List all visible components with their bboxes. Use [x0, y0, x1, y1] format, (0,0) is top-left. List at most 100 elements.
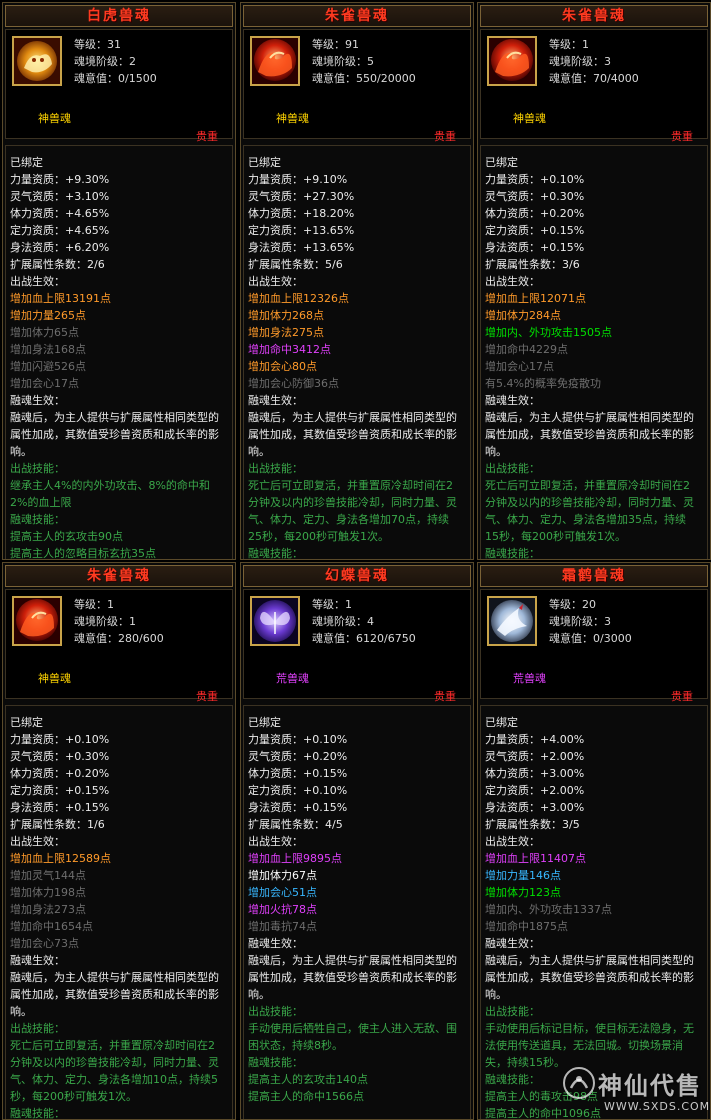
attribute-line: 融魂后，为主人提供与扩展属性相同类型的属性加成，其数值受珍兽资质和成长率的影响。: [248, 411, 457, 458]
attribute-line: 增加力量146点: [485, 869, 561, 882]
stage-text: 魂境阶级：3: [549, 615, 611, 628]
attribute-line: 增加血上限11407点: [485, 852, 586, 865]
attribute-line: 提高主人的玄攻击90点: [10, 530, 123, 543]
attribute-line: 增加力量265点: [10, 309, 86, 322]
attribute-line: 体力资质：+0.15%: [248, 767, 348, 780]
attribute-line: 出战技能：: [485, 1005, 540, 1018]
attribute-line: 融魂后，为主人提供与扩展属性相同类型的属性加成，其数值受珍兽资质和成长率的影响。: [10, 971, 219, 1018]
attribute-line: 增加毒抗74点: [248, 920, 317, 933]
attribute-line: 融魂技能：: [248, 547, 303, 560]
attribute-line: 增加火抗78点: [248, 903, 317, 916]
attribute-line: 出战生效：: [485, 835, 540, 848]
attribute-line: 增加血上限9895点: [248, 852, 342, 865]
card-title: 朱雀兽魂: [480, 5, 708, 27]
attribute-line: 提高主人的忽略目标玄抗35点: [10, 547, 156, 560]
frost-crane-icon[interactable]: [487, 596, 537, 646]
card-header: 等级：1 魂境阶级：3 魂意值：70/4000 神兽魂 贵重: [480, 29, 708, 143]
soul-card[interactable]: 朱雀兽魂 等级：1 魂境阶级：3 魂意值：70/4000 神兽魂 贵重 已绑定 力量资质：+0…: [477, 2, 711, 560]
level-text: 等级：20: [549, 598, 596, 611]
attribute-line: 力量资质：+9.30%: [10, 173, 110, 186]
attribute-line: 增加内、外功攻击1505点: [485, 326, 612, 339]
attribute-line: 增加灵气144点: [10, 869, 86, 882]
butterfly-icon[interactable]: [250, 596, 300, 646]
attribute-line: 出战生效：: [10, 835, 65, 848]
attribute-line: 身法资质：+0.15%: [248, 801, 348, 814]
attribute-line: 扩展属性条数：4/5: [248, 818, 343, 831]
attribute-line: 定力资质：+0.15%: [10, 784, 110, 797]
attribute-line: 增加体力123点: [485, 886, 561, 899]
watermark-logo-icon: [563, 1067, 595, 1099]
attribute-line: 已绑定: [10, 716, 43, 729]
attribute-line: 出战生效：: [248, 835, 303, 848]
attribute-line: 增加血上限12589点: [10, 852, 111, 865]
attribute-line: 身法资质：+0.15%: [485, 241, 585, 254]
level-text: 等级：1: [74, 598, 114, 611]
attribute-line: 融魂生效：: [10, 954, 65, 967]
attribute-line: 力量资质：+0.10%: [10, 733, 110, 746]
attribute-line: 出战技能：: [248, 1005, 303, 1018]
attribute-line: 身法资质：+6.20%: [10, 241, 110, 254]
attribute-line: 增加闪避526点: [10, 360, 86, 373]
attribute-line: 融魂技能：: [248, 1056, 303, 1069]
attribute-line: 灵气资质：+27.30%: [248, 190, 355, 203]
attribute-line: 增加体力67点: [248, 869, 317, 882]
attribute-line: 融魂生效：: [485, 394, 540, 407]
attribute-line: 增加体力198点: [10, 886, 86, 899]
soul-card[interactable]: 朱雀兽魂 等级：91 魂境阶级：5 魂意值：550/20000 神兽魂 贵重 已绑定 力量资质…: [240, 2, 474, 560]
stage-text: 魂境阶级：4: [312, 615, 374, 628]
attribute-line: 增加命中4229点: [485, 343, 568, 356]
card-title: 朱雀兽魂: [243, 5, 471, 27]
soul-card[interactable]: 霜鹤兽魂 等级：20 魂境阶级：3 魂意值：0/3000 荒兽魂 贵重 已绑定 力量资质：+4…: [477, 562, 711, 1120]
attribute-line: 增加血上限12326点: [248, 292, 349, 305]
card-body: 已绑定 力量资质：+0.10% 灵气资质：+0.20% 体力资质：+0.15% 定力资质…: [243, 705, 471, 1120]
attribute-line: 力量资质：+4.00%: [485, 733, 585, 746]
attribute-line: 体力资质：+3.00%: [485, 767, 585, 780]
attribute-line: 增加血上限13191点: [10, 292, 111, 305]
card-body: 已绑定 力量资质：+4.00% 灵气资质：+2.00% 体力资质：+3.00% 定力资质…: [480, 705, 708, 1120]
vermilion-bird-icon[interactable]: [12, 596, 62, 646]
level-text: 等级：91: [312, 38, 359, 51]
vermilion-bird-icon[interactable]: [487, 36, 537, 86]
attribute-line: 体力资质：+0.20%: [10, 767, 110, 780]
card-header: 等级：1 魂境阶级：4 魂意值：6120/6750 荒兽魂 贵重: [243, 589, 471, 703]
soul-value-text: 魂意值：6120/6750: [312, 632, 416, 645]
card-title: 朱雀兽魂: [5, 565, 233, 587]
attribute-line: 出战生效：: [485, 275, 540, 288]
attribute-line: 灵气资质：+0.30%: [10, 750, 110, 763]
attribute-line: 出战技能：: [248, 462, 303, 475]
attribute-line: 增加血上限12071点: [485, 292, 586, 305]
attribute-line: 增加命中3412点: [248, 343, 331, 356]
attribute-line: 出战技能：: [10, 1022, 65, 1035]
soul-card[interactable]: 朱雀兽魂 等级：1 魂境阶级：1 魂意值：280/600 神兽魂 贵重 已绑定 力量资质：+0…: [2, 562, 236, 1120]
attribute-line: 融魂生效：: [248, 937, 303, 950]
level-text: 等级：31: [74, 38, 121, 51]
card-title: 白虎兽魂: [5, 5, 233, 27]
grade-label: 贵重: [671, 690, 693, 703]
white-tiger-icon[interactable]: [12, 36, 62, 86]
attribute-line: 已绑定: [485, 716, 518, 729]
grade-label: 贵重: [434, 690, 456, 703]
attribute-line: 手动使用后牺牲自己，使主人进入无敌、围困状态，持续8秒。: [248, 1022, 457, 1052]
attribute-line: 力量资质：+0.10%: [485, 173, 585, 186]
attribute-line: 增加身法273点: [10, 903, 86, 916]
soul-value-text: 魂意值：0/1500: [74, 72, 157, 85]
attribute-line: 融魂技能：: [10, 1107, 65, 1120]
soul-card[interactable]: 幻蝶兽魂 等级：1 魂境阶级：4 魂意值：6120/6750 荒兽魂 贵重 已绑定 力量资质：…: [240, 562, 474, 1120]
attribute-line: 死亡后可立即复活，并重置原冷却时间在2分钟及以内的珍兽技能冷却，同时力量、灵气、…: [248, 479, 457, 543]
attribute-line: 死亡后可立即复活，并重置原冷却时间在2分钟及以内的珍兽技能冷却，同时力量、灵气、…: [485, 479, 694, 543]
rank-label: 荒兽魂: [513, 672, 546, 685]
rank-label: 神兽魂: [513, 112, 546, 125]
attribute-line: 已绑定: [10, 156, 43, 169]
attribute-line: 已绑定: [248, 156, 281, 169]
soul-card[interactable]: 白虎兽魂 等级：31 魂境阶级：2 魂意值：0/1500 神兽魂 贵重已绑定力量资质：+9…: [2, 2, 236, 560]
vermilion-bird-icon[interactable]: [250, 36, 300, 86]
attribute-line: 增加会心防御36点: [248, 377, 339, 390]
attribute-line: 力量资质：+0.10%: [248, 733, 348, 746]
attribute-line: 融魂后，为主人提供与扩展属性相同类型的属性加成，其数值受珍兽资质和成长率的影响。: [485, 411, 694, 458]
attribute-line: 增加会心80点: [248, 360, 317, 373]
attribute-line: 增加命中1875点: [485, 920, 568, 933]
level-text: 等级：1: [312, 598, 352, 611]
attribute-line: 融魂技能：: [10, 513, 65, 526]
card-header: 等级：31 魂境阶级：2 魂意值：0/1500 神兽魂 贵重: [5, 29, 233, 143]
attribute-line: 继承主人4%的内外功攻击、8%的命中和2%的血上限: [10, 479, 210, 509]
